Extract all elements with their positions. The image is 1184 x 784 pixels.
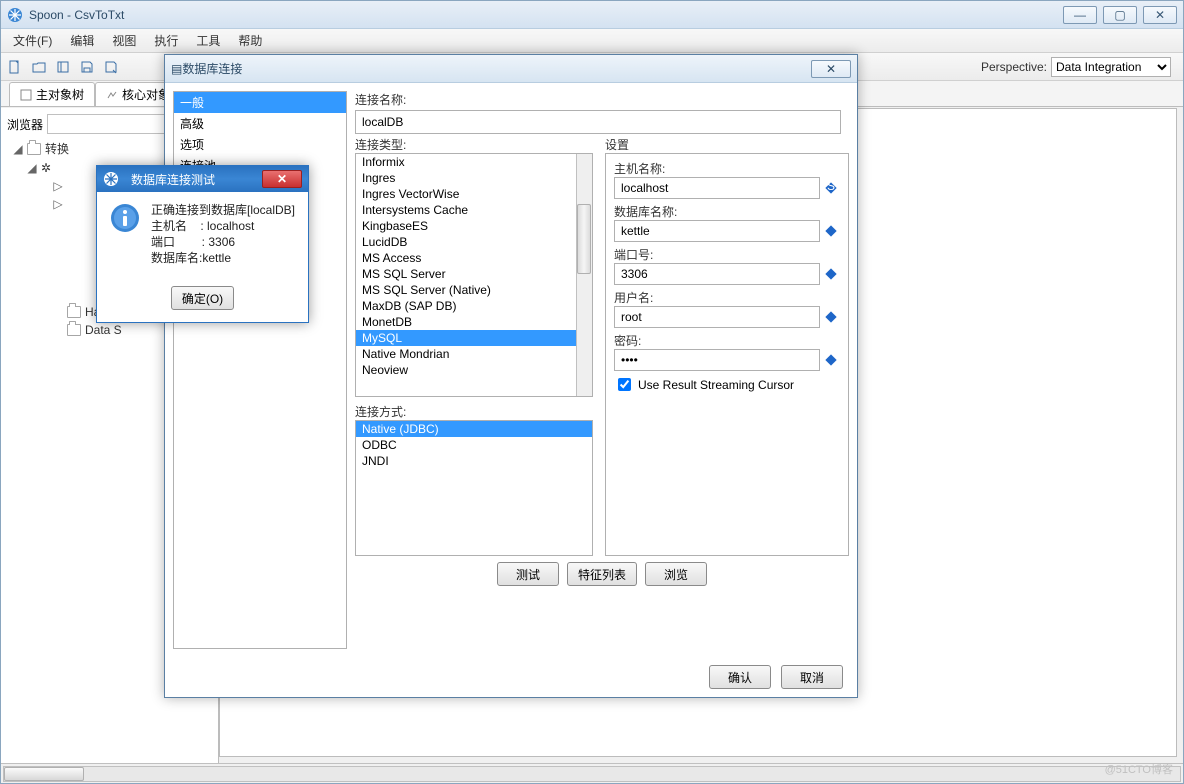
host-input[interactable] [614,177,820,199]
menu-help[interactable]: 帮助 [230,29,270,52]
msgbox-title: 数据库连接测试 [131,171,215,188]
conn-name-label: 连接名称: [355,91,849,108]
save-icon[interactable] [77,57,97,77]
port-label: 端口号: [614,246,840,263]
settings-label: 设置 [605,136,849,153]
nav-advanced[interactable]: 高级 [174,113,346,134]
dialog-close-button[interactable]: ✕ [811,60,851,78]
open-icon[interactable] [29,57,49,77]
tab-main-tree[interactable]: 主对象树 [9,82,95,106]
use-cursor-label: Use Result Streaming Cursor [638,378,794,392]
var-icon[interactable]: S [822,177,840,199]
new-icon[interactable] [5,57,25,77]
user-label: 用户名: [614,289,840,306]
var-icon[interactable] [822,306,840,328]
nav-general[interactable]: 一般 [174,92,346,113]
var-icon[interactable] [822,263,840,285]
statusbar [1,763,1183,783]
browser-label: 浏览器 [7,116,43,133]
db-connection-dialog: ▤ 数据库连接 ✕ 一般 高级 选项 连接池 连接名称: 连接类型: Infor… [164,54,858,698]
folder-icon [27,143,41,155]
conn-type-label: 连接类型: [355,136,593,153]
features-button[interactable]: 特征列表 [567,562,637,586]
dialog-title: 数据库连接 [182,60,242,77]
host-label: 主机名称: [614,160,840,177]
conn-name-input[interactable] [355,110,841,134]
app-icon [7,7,23,23]
user-input[interactable] [614,306,820,328]
access-label: 连接方式: [355,403,593,420]
info-icon [109,202,141,234]
folder-icon [67,324,81,336]
titlebar: Spoon - CsvToTxt — ▢ ✕ [1,1,1183,29]
msgbox-titlebar: 数据库连接测试 ✕ [97,166,308,192]
perspective-select[interactable]: Data Integration [1051,57,1171,77]
msgbox-body: 正确连接到数据库[localDB] 主机名 : localhost 端口 : 3… [97,192,308,276]
db-input[interactable] [614,220,820,242]
menu-edit[interactable]: 编辑 [62,29,102,52]
var-icon[interactable] [822,349,840,371]
minimize-button[interactable]: — [1063,6,1097,24]
close-button[interactable]: ✕ [1143,6,1177,24]
connection-test-msgbox: 数据库连接测试 ✕ 正确连接到数据库[localDB] 主机名 : localh… [96,165,309,323]
maximize-button[interactable]: ▢ [1103,6,1137,24]
dialog-main: 连接名称: 连接类型: Informix Ingres Ingres Vecto… [355,91,849,649]
perspective-label: Perspective: [981,60,1047,74]
saveas-icon[interactable] [101,57,121,77]
horizontal-scrollbar[interactable] [3,766,1181,782]
window-buttons: — ▢ ✕ [1063,6,1177,24]
type-scrollbar[interactable] [576,154,592,396]
folder-icon [67,306,81,318]
pass-label: 密码: [614,332,840,349]
cancel-button[interactable]: 取消 [781,665,843,689]
pass-input[interactable] [614,349,820,371]
db-label: 数据库名称: [614,203,840,220]
ok-button[interactable]: 确认 [709,665,771,689]
perspective: Perspective: Data Integration [981,57,1179,77]
nav-options[interactable]: 选项 [174,134,346,155]
msgbox-text: 正确连接到数据库[localDB] 主机名 : localhost 端口 : 3… [151,202,295,266]
snowflake-icon: ✲ [41,161,51,175]
dialog-titlebar: ▤ 数据库连接 ✕ [165,55,857,83]
window-title: Spoon - CsvToTxt [29,8,1063,22]
menu-run[interactable]: 执行 [146,29,186,52]
menu-tools[interactable]: 工具 [188,29,228,52]
menubar: 文件(F) 编辑 视图 执行 工具 帮助 [1,29,1183,53]
explore-icon[interactable] [53,57,73,77]
browse-button[interactable]: 浏览 [645,562,707,586]
use-cursor-checkbox[interactable] [618,378,631,391]
var-icon[interactable] [822,220,840,242]
dialog-sheet-icon: ▤ [171,62,182,76]
access-list[interactable]: Native (JDBC) ODBC JNDI [355,420,593,556]
watermark: @51CTO博客 [1105,761,1173,777]
app-icon [103,171,119,187]
msgbox-close-button[interactable]: ✕ [262,170,302,188]
menu-file[interactable]: 文件(F) [5,29,60,52]
menu-view[interactable]: 视图 [104,29,144,52]
test-button[interactable]: 测试 [497,562,559,586]
svg-text:S: S [827,181,835,193]
port-input[interactable] [614,263,820,285]
msgbox-ok-button[interactable]: 确定(O) [171,286,234,310]
conn-type-list[interactable]: Informix Ingres Ingres VectorWise Inters… [355,153,593,397]
